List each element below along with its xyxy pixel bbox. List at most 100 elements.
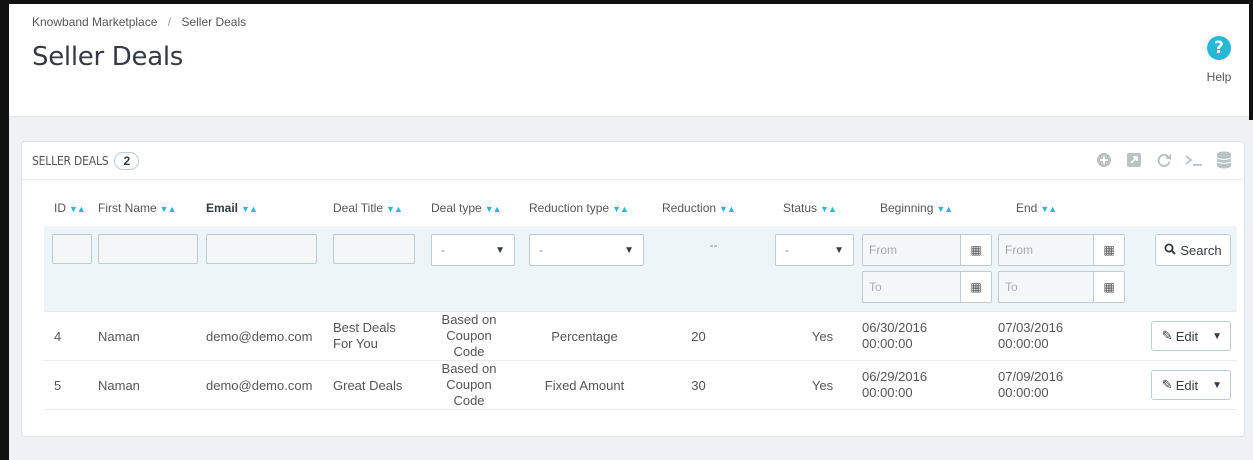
end-to-placeholder: To	[1005, 280, 1018, 294]
sort-icon[interactable]: ▼▲	[386, 204, 403, 214]
sort-icon[interactable]: ▼▲	[241, 204, 258, 214]
deal-type-filter-select[interactable]: - ▼	[431, 234, 515, 266]
table-row[interactable]: 5 Naman demo@demo.com Great Deals Based …	[44, 360, 1237, 410]
cell-deal-title: Great Deals	[333, 360, 431, 410]
cell-email: demo@demo.com	[206, 360, 333, 410]
cell-beginning: 06/30/2016 00:00:00	[862, 311, 998, 361]
page-title: Seller Deals	[32, 42, 184, 72]
calendar-icon[interactable]: ▦	[960, 272, 991, 302]
edit-button-label: Edit	[1175, 328, 1199, 344]
caret-down-icon: ▼	[624, 244, 634, 256]
panel-toolbar	[1086, 148, 1236, 172]
reduction-filter-placeholder: --	[662, 226, 765, 312]
col-end[interactable]: End ▼▲	[998, 190, 1135, 226]
col-reduction-type[interactable]: Reduction type ▼▲	[529, 190, 662, 226]
first-name-filter-input[interactable]	[98, 234, 198, 264]
reduction-type-filter-select[interactable]: - ▼	[529, 234, 644, 266]
col-email[interactable]: Email ▼▲	[206, 190, 333, 226]
col-reduction-label: Reduction	[662, 201, 717, 215]
cell-first-name: Naman	[98, 311, 206, 361]
cell-id: 4	[44, 311, 98, 361]
cell-actions: ✎ Edit ▼	[1135, 360, 1237, 410]
end-from-placeholder: From	[1005, 243, 1033, 257]
cell-status: Yes	[765, 311, 862, 361]
breadcrumb-separator: /	[167, 15, 172, 29]
cell-reduction: 20	[662, 311, 765, 361]
col-reduction[interactable]: Reduction ▼▲	[662, 190, 765, 226]
beginning-from-placeholder: From	[869, 243, 897, 257]
col-first-name[interactable]: First Name ▼▲	[98, 190, 206, 226]
deal-type-line1: Based on	[441, 312, 497, 327]
end-to-input[interactable]: To ▦	[998, 271, 1125, 303]
cell-deal-title: Best Deals For You	[333, 311, 431, 361]
deal-type-filter-value: -	[441, 243, 445, 257]
chevron-down-icon[interactable]: ▼	[1212, 331, 1222, 342]
sql-query-icon[interactable]	[1182, 148, 1206, 172]
beginning-time: 00:00:00	[862, 336, 913, 351]
cell-reduction-type: Percentage	[529, 311, 662, 361]
add-icon[interactable]	[1092, 148, 1116, 172]
beginning-date: 06/29/2016	[862, 369, 928, 384]
panel-heading: SELLER DEALS 2	[32, 149, 140, 173]
refresh-icon[interactable]	[1152, 148, 1176, 172]
cell-reduction: 30	[662, 360, 765, 410]
col-status[interactable]: Status ▼▲	[765, 190, 862, 226]
sort-icon[interactable]: ▼▲	[612, 204, 629, 214]
cell-email: demo@demo.com	[206, 311, 333, 361]
edit-button[interactable]: ✎ Edit ▼	[1150, 321, 1231, 351]
pencil-icon: ✎	[1161, 328, 1173, 343]
sort-icon[interactable]: ▼▲	[160, 204, 177, 214]
cell-end: 07/09/2016 00:00:00	[998, 360, 1135, 410]
sort-icon[interactable]: ▼▲	[820, 204, 837, 214]
cell-first-name: Naman	[98, 360, 206, 410]
edit-button[interactable]: ✎ Edit ▼	[1150, 370, 1231, 400]
cell-actions: ✎ Edit ▼	[1135, 311, 1237, 361]
calendar-icon[interactable]: ▦	[1093, 272, 1124, 302]
sort-icon[interactable]: ▼▲	[1040, 204, 1057, 214]
calendar-icon[interactable]: ▦	[1093, 235, 1124, 265]
email-filter-input[interactable]	[206, 234, 317, 264]
window-frame-right	[1249, 0, 1253, 120]
col-deal-title[interactable]: Deal Title ▼▲	[333, 190, 431, 226]
cell-reduction-type: Fixed Amount	[529, 360, 662, 410]
export-icon[interactable]	[1122, 148, 1146, 172]
search-button[interactable]: Search	[1155, 234, 1231, 266]
table-row[interactable]: 4 Naman demo@demo.com Best Deals For You …	[44, 311, 1237, 361]
beginning-to-placeholder: To	[869, 280, 882, 294]
sort-icon[interactable]: ▼▲	[485, 204, 502, 214]
col-email-label: Email	[206, 201, 239, 215]
deal-type-line1: Based on	[441, 361, 497, 376]
beginning-to-input[interactable]: To ▦	[862, 271, 992, 303]
breadcrumb-current: Seller Deals	[181, 15, 247, 29]
search-button-label: Search	[1180, 242, 1222, 258]
breadcrumb-parent[interactable]: Knowband Marketplace	[32, 15, 157, 29]
id-filter-input[interactable]	[52, 234, 92, 264]
deal-title-line1: Best Deals	[333, 320, 396, 335]
end-date: 07/09/2016	[998, 369, 1064, 384]
search-icon	[1164, 243, 1177, 258]
help-icon: ?	[1207, 36, 1231, 60]
chevron-down-icon[interactable]: ▼	[1212, 380, 1222, 391]
cell-beginning: 06/29/2016 00:00:00	[862, 360, 998, 410]
database-icon[interactable]	[1212, 148, 1236, 172]
beginning-date: 06/30/2016	[862, 320, 928, 335]
calendar-icon[interactable]: ▦	[960, 235, 991, 265]
caret-down-icon: ▼	[495, 244, 505, 256]
caret-down-icon: ▼	[834, 244, 844, 256]
sort-icon[interactable]: ▼▲	[936, 204, 953, 214]
sort-icon[interactable]: ▼▲	[69, 204, 86, 214]
col-end-label: End	[1016, 201, 1038, 215]
col-beginning[interactable]: Beginning ▼▲	[862, 190, 998, 226]
panel-divider	[22, 179, 1244, 180]
reduction-type-filter-value: -	[539, 243, 543, 257]
seller-deals-panel: SELLER DEALS 2 ID ▼▲ First Name ▼▲ Email…	[21, 141, 1245, 437]
help-button[interactable]: ? Help	[1199, 36, 1239, 84]
sort-icon[interactable]: ▼▲	[719, 204, 736, 214]
col-id[interactable]: ID ▼▲	[44, 190, 98, 226]
status-filter-select[interactable]: - ▼	[775, 234, 854, 266]
end-from-input[interactable]: From ▦	[998, 234, 1125, 266]
col-deal-title-label: Deal Title	[333, 201, 384, 215]
beginning-from-input[interactable]: From ▦	[862, 234, 992, 266]
col-deal-type[interactable]: Deal type ▼▲	[431, 190, 529, 226]
deal-title-filter-input[interactable]	[333, 234, 415, 264]
